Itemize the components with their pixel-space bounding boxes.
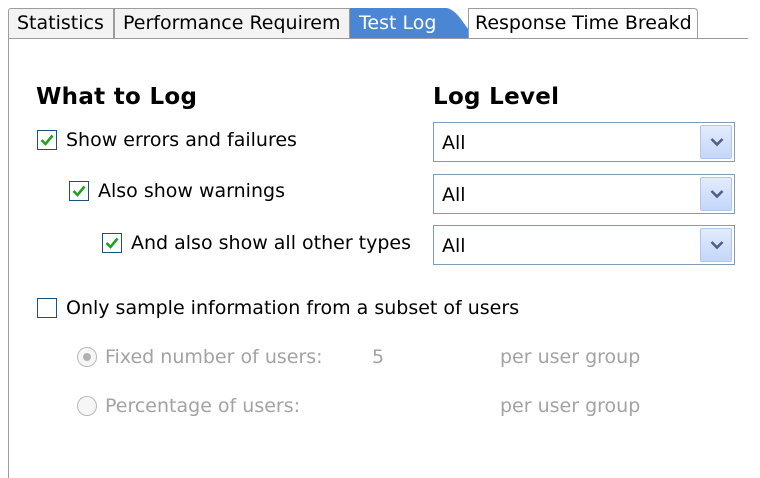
errors-log-level-value: All	[442, 132, 466, 154]
check-mark-icon	[72, 185, 86, 197]
warnings-log-level-select[interactable]: All	[433, 174, 735, 214]
all-types-log-level-value: All	[442, 235, 466, 257]
errors-dropdown-button[interactable]	[700, 125, 732, 159]
all-types-dropdown-button[interactable]	[700, 228, 732, 262]
tab-test-log[interactable]: Test Log	[350, 8, 442, 38]
warnings-log-level-value: All	[442, 184, 466, 206]
all-types-log-level-select[interactable]: All	[433, 225, 735, 265]
radio-dot-icon	[83, 353, 91, 361]
fixed-number-label[interactable]: Fixed number of users:	[105, 346, 323, 368]
show-errors-label[interactable]: Show errors and failures	[66, 129, 297, 151]
chevron-down-icon	[710, 241, 724, 250]
tab-response-time-breakdown[interactable]: Response Time Breakd	[468, 8, 698, 38]
chevron-down-icon	[710, 138, 724, 147]
chevron-down-icon	[710, 190, 724, 199]
check-mark-icon	[105, 237, 119, 249]
warnings-dropdown-button[interactable]	[700, 177, 732, 211]
fixed-number-value[interactable]: 5	[372, 346, 384, 368]
show-all-types-checkbox[interactable]	[102, 233, 122, 253]
tab-statistics[interactable]: Statistics	[8, 8, 114, 38]
percentage-suffix: per user group	[500, 395, 641, 417]
show-errors-checkbox[interactable]	[37, 130, 57, 150]
tab-performance-requirements[interactable]: Performance Requirem	[114, 8, 350, 38]
log-level-heading: Log Level	[433, 84, 560, 110]
percentage-label[interactable]: Percentage of users:	[105, 395, 300, 417]
check-mark-icon	[40, 134, 54, 146]
sample-subset-checkbox[interactable]	[37, 298, 57, 318]
show-warnings-label[interactable]: Also show warnings	[98, 180, 285, 202]
fixed-number-radio[interactable]	[77, 347, 97, 367]
editor-tab-bar: Statistics Performance Requirem Test Log…	[0, 0, 760, 40]
errors-log-level-select[interactable]: All	[433, 122, 735, 162]
what-to-log-heading: What to Log	[36, 84, 198, 110]
fixed-number-suffix: per user group	[500, 346, 641, 368]
sample-subset-label[interactable]: Only sample information from a subset of…	[66, 297, 519, 319]
show-all-types-label[interactable]: And also show all other types	[131, 232, 411, 254]
percentage-radio[interactable]	[77, 396, 97, 416]
show-warnings-checkbox[interactable]	[69, 181, 89, 201]
